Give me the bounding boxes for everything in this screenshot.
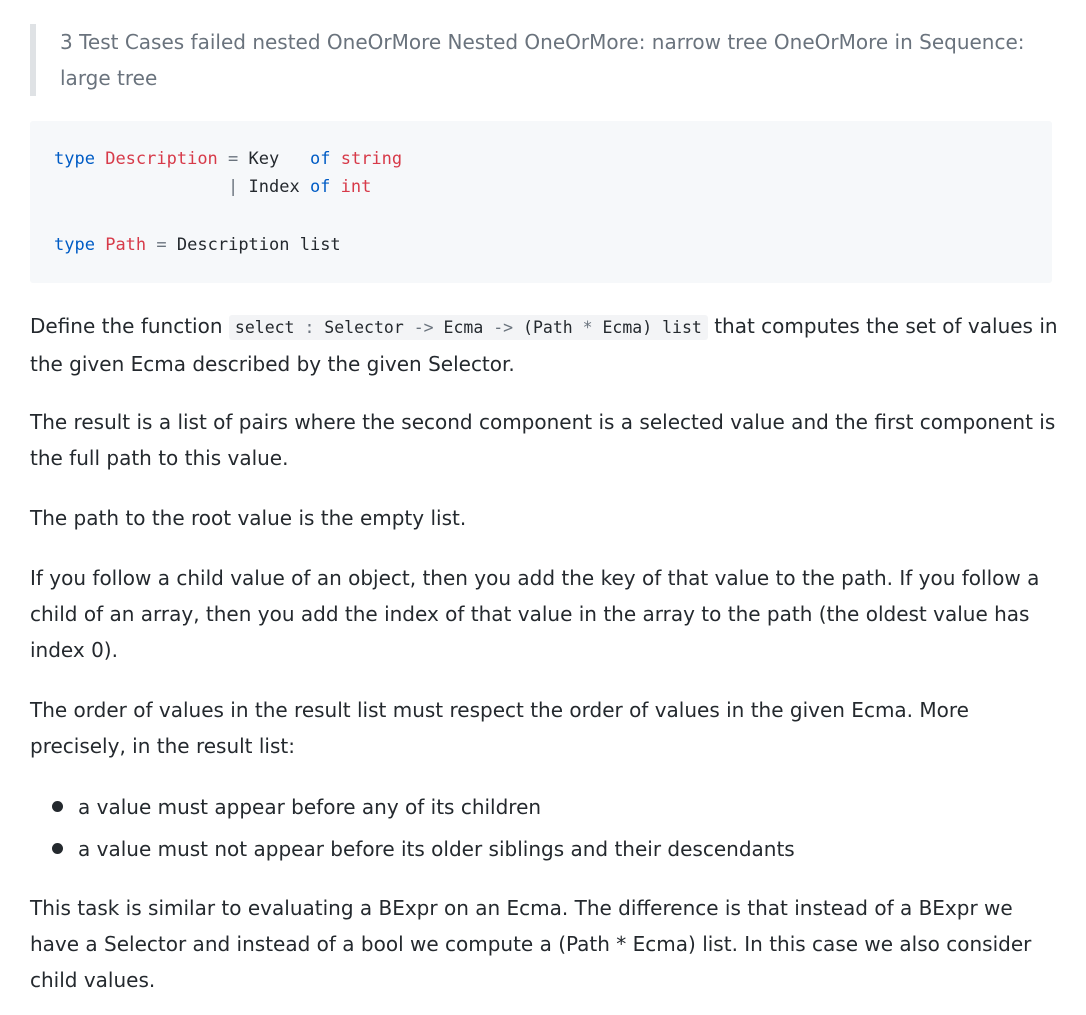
paragraph-similar-task: This task is similar to evaluating a BEx… bbox=[30, 896, 1032, 992]
code-block: type Description = Key of string | Index… bbox=[30, 121, 1052, 283]
paragraph-root-path: The path to the root value is the empty … bbox=[30, 506, 467, 530]
list-item-text: a value must appear before any of its ch… bbox=[78, 795, 542, 819]
type-name-description: Description bbox=[105, 149, 218, 169]
inline-code-select-signature: select : Selector -> Ecma -> (Path * Ecm… bbox=[228, 315, 708, 340]
list-item: a value must appear before any of its ch… bbox=[30, 786, 1060, 828]
code-select: select bbox=[234, 318, 305, 337]
paragraph-result: The result is a list of pairs where the … bbox=[30, 410, 1056, 470]
code-ecma-list: Ecma) list bbox=[592, 318, 702, 337]
code-line-3: type Path = Description list bbox=[54, 233, 341, 257]
code-selector: Selector bbox=[314, 318, 414, 337]
keyword-type: type bbox=[54, 235, 95, 255]
keyword-type: type bbox=[54, 149, 95, 169]
code-line-2: | Index of int bbox=[54, 175, 371, 199]
code-star: * bbox=[582, 318, 593, 337]
constructor-index: Index bbox=[248, 177, 300, 197]
failed-tests-blockquote: 3 Test Cases failed nested OneOrMore Nes… bbox=[30, 24, 1060, 96]
code-path: (Path bbox=[513, 318, 583, 337]
equals-operator: = bbox=[156, 235, 167, 255]
code-colon: : bbox=[304, 318, 315, 337]
order-rules-list: a value must appear before any of its ch… bbox=[30, 786, 1060, 870]
keyword-of: of bbox=[309, 149, 331, 169]
code-arrow: -> bbox=[413, 318, 434, 337]
paragraph-order: The order of values in the result list m… bbox=[30, 698, 969, 758]
constructor-key: Key bbox=[248, 149, 280, 169]
list-item: a value must not appear before its older… bbox=[30, 828, 1060, 870]
type-name-path: Path bbox=[105, 235, 147, 255]
keyword-of: of bbox=[309, 177, 331, 197]
equals-operator: = bbox=[228, 149, 239, 169]
type-int: int bbox=[340, 177, 372, 197]
para1-text-before: Define the function bbox=[30, 314, 229, 338]
path-definition: Description list bbox=[176, 235, 341, 255]
code-line-1: type Description = Key of string bbox=[54, 147, 402, 171]
paragraph-child-path: If you follow a child value of an object… bbox=[30, 566, 1040, 662]
bullet-icon bbox=[52, 843, 63, 854]
paragraph-define-select: Define the function select : Selector ->… bbox=[30, 308, 1060, 382]
code-arrow: -> bbox=[493, 318, 514, 337]
bullet-icon bbox=[52, 801, 63, 812]
pipe-operator: | bbox=[228, 177, 239, 197]
list-item-text: a value must not appear before its older… bbox=[78, 837, 795, 861]
code-ecma: Ecma bbox=[433, 318, 494, 337]
type-string: string bbox=[340, 149, 403, 169]
failed-tests-text: 3 Test Cases failed nested OneOrMore Nes… bbox=[60, 30, 1025, 90]
